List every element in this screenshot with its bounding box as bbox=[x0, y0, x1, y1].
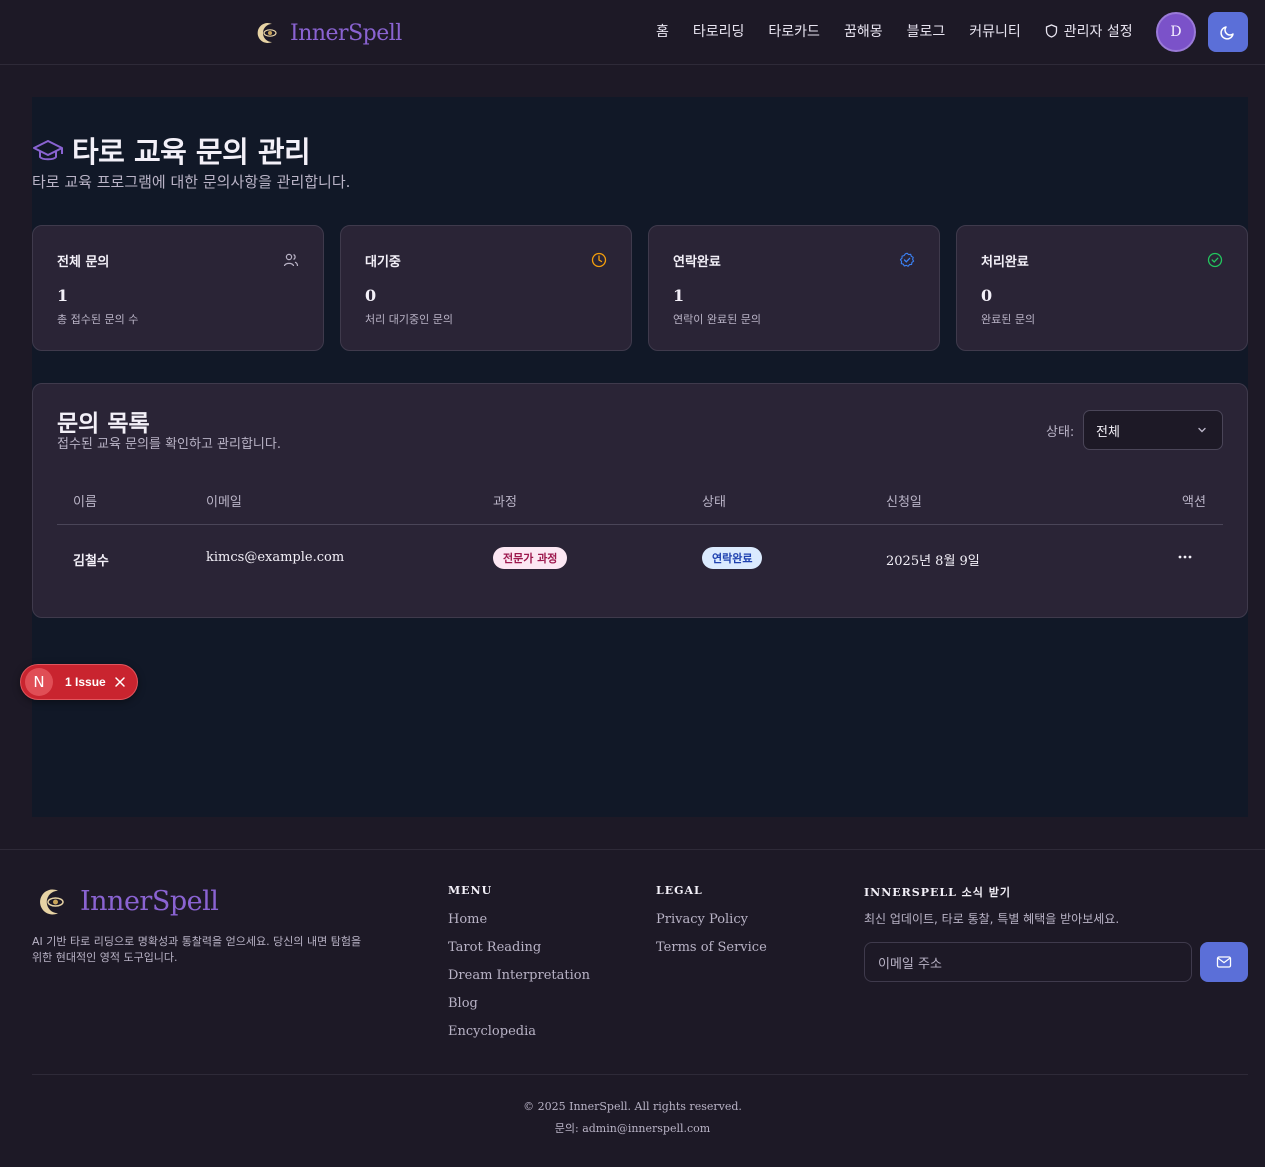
nav-tarot-cards[interactable]: 타로카드 bbox=[768, 21, 820, 41]
footer-link-tarot-reading[interactable]: Tarot Reading bbox=[448, 940, 541, 955]
stat-desc: 완료된 문의 bbox=[981, 313, 1036, 326]
nav-home[interactable]: 홈 bbox=[656, 21, 669, 41]
column-course: 과정 bbox=[493, 495, 517, 510]
badge-check-icon bbox=[899, 252, 915, 267]
stat-card-done: 처리완료 0 완료된 문의 bbox=[956, 225, 1248, 351]
footer-description: AI 기반 타로 리딩으로 명확성과 통찰력을 얻으세요. 당신의 내면 탐험을… bbox=[32, 935, 362, 964]
footer-newsletter-desc: 최신 업데이트, 타로 통찰, 특별 혜택을 받아보세요. bbox=[864, 912, 1120, 926]
stat-value: 0 bbox=[365, 286, 377, 305]
users-icon bbox=[283, 253, 299, 267]
row-actions-button[interactable] bbox=[1175, 547, 1195, 567]
newsletter-email-input[interactable]: 이메일 주소 bbox=[864, 942, 1192, 982]
page-title-row: 타로 교육 문의 관리 bbox=[32, 129, 311, 171]
brand-name: InnerSpell bbox=[290, 20, 402, 46]
stat-desc: 처리 대기중인 문의 bbox=[365, 313, 453, 326]
moon-icon bbox=[1220, 26, 1234, 40]
chevron-down-icon bbox=[1198, 427, 1206, 433]
column-action: 액션 bbox=[1182, 495, 1206, 510]
row-date: 2025년 8월 9일 bbox=[886, 554, 980, 569]
status-badge: 연락완료 bbox=[702, 547, 763, 569]
stat-card-contacted: 연락완료 1 연락이 완료된 문의 bbox=[648, 225, 940, 351]
list-subtitle: 접수된 교육 문의를 확인하고 관리합니다. bbox=[57, 437, 281, 452]
status-filter-label: 상태: bbox=[1046, 425, 1075, 440]
page-subtitle: 타로 교육 프로그램에 대한 문의사항을 관리합니다. bbox=[32, 173, 351, 191]
footer-link-encyclopedia[interactable]: Encyclopedia bbox=[448, 1024, 536, 1039]
stat-value: 0 bbox=[981, 286, 993, 305]
footer-link-terms[interactable]: Terms of Service bbox=[656, 940, 767, 955]
footer-link-dream[interactable]: Dream Interpretation bbox=[448, 968, 590, 983]
stats-row: 전체 문의 1 총 접수된 문의 수 대기중 0 처리 대기중인 문의 연락완료 bbox=[32, 225, 1248, 351]
footer-newsletter-title: INNERSPELL 소식 받기 bbox=[864, 886, 1011, 899]
nav-blog[interactable]: 블로그 bbox=[907, 21, 946, 41]
issues-indicator[interactable]: N 1 Issue bbox=[20, 664, 138, 700]
eye-moon-logo-icon bbox=[40, 889, 64, 914]
stat-desc: 총 접수된 문의 수 bbox=[57, 313, 139, 326]
eye-moon-logo-icon bbox=[256, 21, 280, 45]
stat-card-total: 전체 문의 1 총 접수된 문의 수 bbox=[32, 225, 324, 351]
stat-label: 연락완료 bbox=[673, 255, 721, 270]
email-placeholder: 이메일 주소 bbox=[878, 956, 942, 972]
top-header: InnerSpell 홈 타로리딩 타로카드 꿈해몽 블로그 커뮤니티 관리자 … bbox=[0, 0, 1265, 65]
footer-contact: 문의: admin@innerspell.com bbox=[554, 1122, 711, 1135]
footer-link-home[interactable]: Home bbox=[448, 912, 487, 927]
footer-menu-title: MENU bbox=[448, 884, 493, 897]
footer-brand-logo[interactable]: InnerSpell bbox=[38, 886, 219, 917]
course-badge: 전문가 과정 bbox=[493, 547, 568, 569]
stat-value: 1 bbox=[673, 286, 685, 305]
table-header: 이름 이메일 과정 상태 신청일 액션 bbox=[57, 477, 1223, 525]
column-date: 신청일 bbox=[886, 495, 922, 510]
column-email: 이메일 bbox=[206, 495, 242, 510]
footer-brand-name: InnerSpell bbox=[80, 886, 219, 917]
footer-copyright: © 2025 InnerSpell. All rights reserved. bbox=[523, 1100, 742, 1113]
column-status: 상태 bbox=[702, 495, 726, 510]
stat-label: 전체 문의 bbox=[57, 255, 110, 270]
nav-dream[interactable]: 꿈해몽 bbox=[844, 21, 883, 41]
stat-label: 처리완료 bbox=[981, 255, 1029, 270]
nav-tarot-reading[interactable]: 타로리딩 bbox=[693, 21, 745, 41]
footer-link-blog[interactable]: Blog bbox=[448, 996, 478, 1011]
row-name: 김철수 bbox=[73, 554, 109, 569]
next-logo-icon: N bbox=[25, 668, 53, 696]
graduation-cap-icon bbox=[33, 140, 63, 161]
issues-count: 1 Issue bbox=[65, 675, 106, 689]
nav-community[interactable]: 커뮤니티 bbox=[969, 21, 1021, 41]
row-email: kimcs@example.com bbox=[206, 550, 345, 565]
stat-card-pending: 대기중 0 처리 대기중인 문의 bbox=[340, 225, 632, 351]
stat-desc: 연락이 완료된 문의 bbox=[673, 313, 761, 326]
stat-value: 1 bbox=[57, 286, 69, 305]
theme-toggle-button[interactable] bbox=[1208, 12, 1248, 52]
site-footer: InnerSpell AI 기반 타로 리딩으로 명확성과 통찰력을 얻으세요.… bbox=[0, 849, 1265, 1167]
brand-logo[interactable]: InnerSpell bbox=[256, 18, 402, 48]
footer-link-privacy[interactable]: Privacy Policy bbox=[656, 912, 748, 927]
inquiry-list-card: 문의 목록 접수된 교육 문의를 확인하고 관리합니다. 상태: 전체 이름 이… bbox=[32, 383, 1248, 618]
clock-icon bbox=[591, 252, 607, 268]
main-nav: 홈 타로리딩 타로카드 꿈해몽 블로그 커뮤니티 관리자 설정 bbox=[656, 21, 1157, 41]
more-horizontal-icon bbox=[1178, 555, 1192, 559]
close-icon[interactable] bbox=[114, 676, 126, 688]
footer-divider bbox=[32, 1074, 1248, 1075]
main-content: 타로 교육 문의 관리 타로 교육 프로그램에 대한 문의사항을 관리합니다. … bbox=[32, 97, 1248, 817]
nav-admin-settings[interactable]: 관리자 설정 bbox=[1045, 21, 1133, 41]
footer-legal-title: LEGAL bbox=[656, 884, 703, 897]
user-avatar[interactable]: D bbox=[1156, 12, 1196, 52]
shield-icon bbox=[1045, 24, 1057, 38]
column-name: 이름 bbox=[73, 495, 97, 510]
mail-icon bbox=[1216, 956, 1232, 968]
nav-admin-label: 관리자 설정 bbox=[1063, 24, 1133, 40]
stat-label: 대기중 bbox=[365, 255, 401, 270]
page-title: 타로 교육 문의 관리 bbox=[72, 135, 311, 169]
status-filter-value: 전체 bbox=[1096, 424, 1120, 440]
status-filter-select[interactable]: 전체 bbox=[1083, 410, 1223, 450]
circle-check-icon bbox=[1207, 252, 1223, 268]
table-row[interactable]: 김철수 kimcs@example.com 전문가 과정 연락완료 2025년 … bbox=[57, 525, 1223, 593]
newsletter-subscribe-button[interactable] bbox=[1200, 942, 1248, 982]
